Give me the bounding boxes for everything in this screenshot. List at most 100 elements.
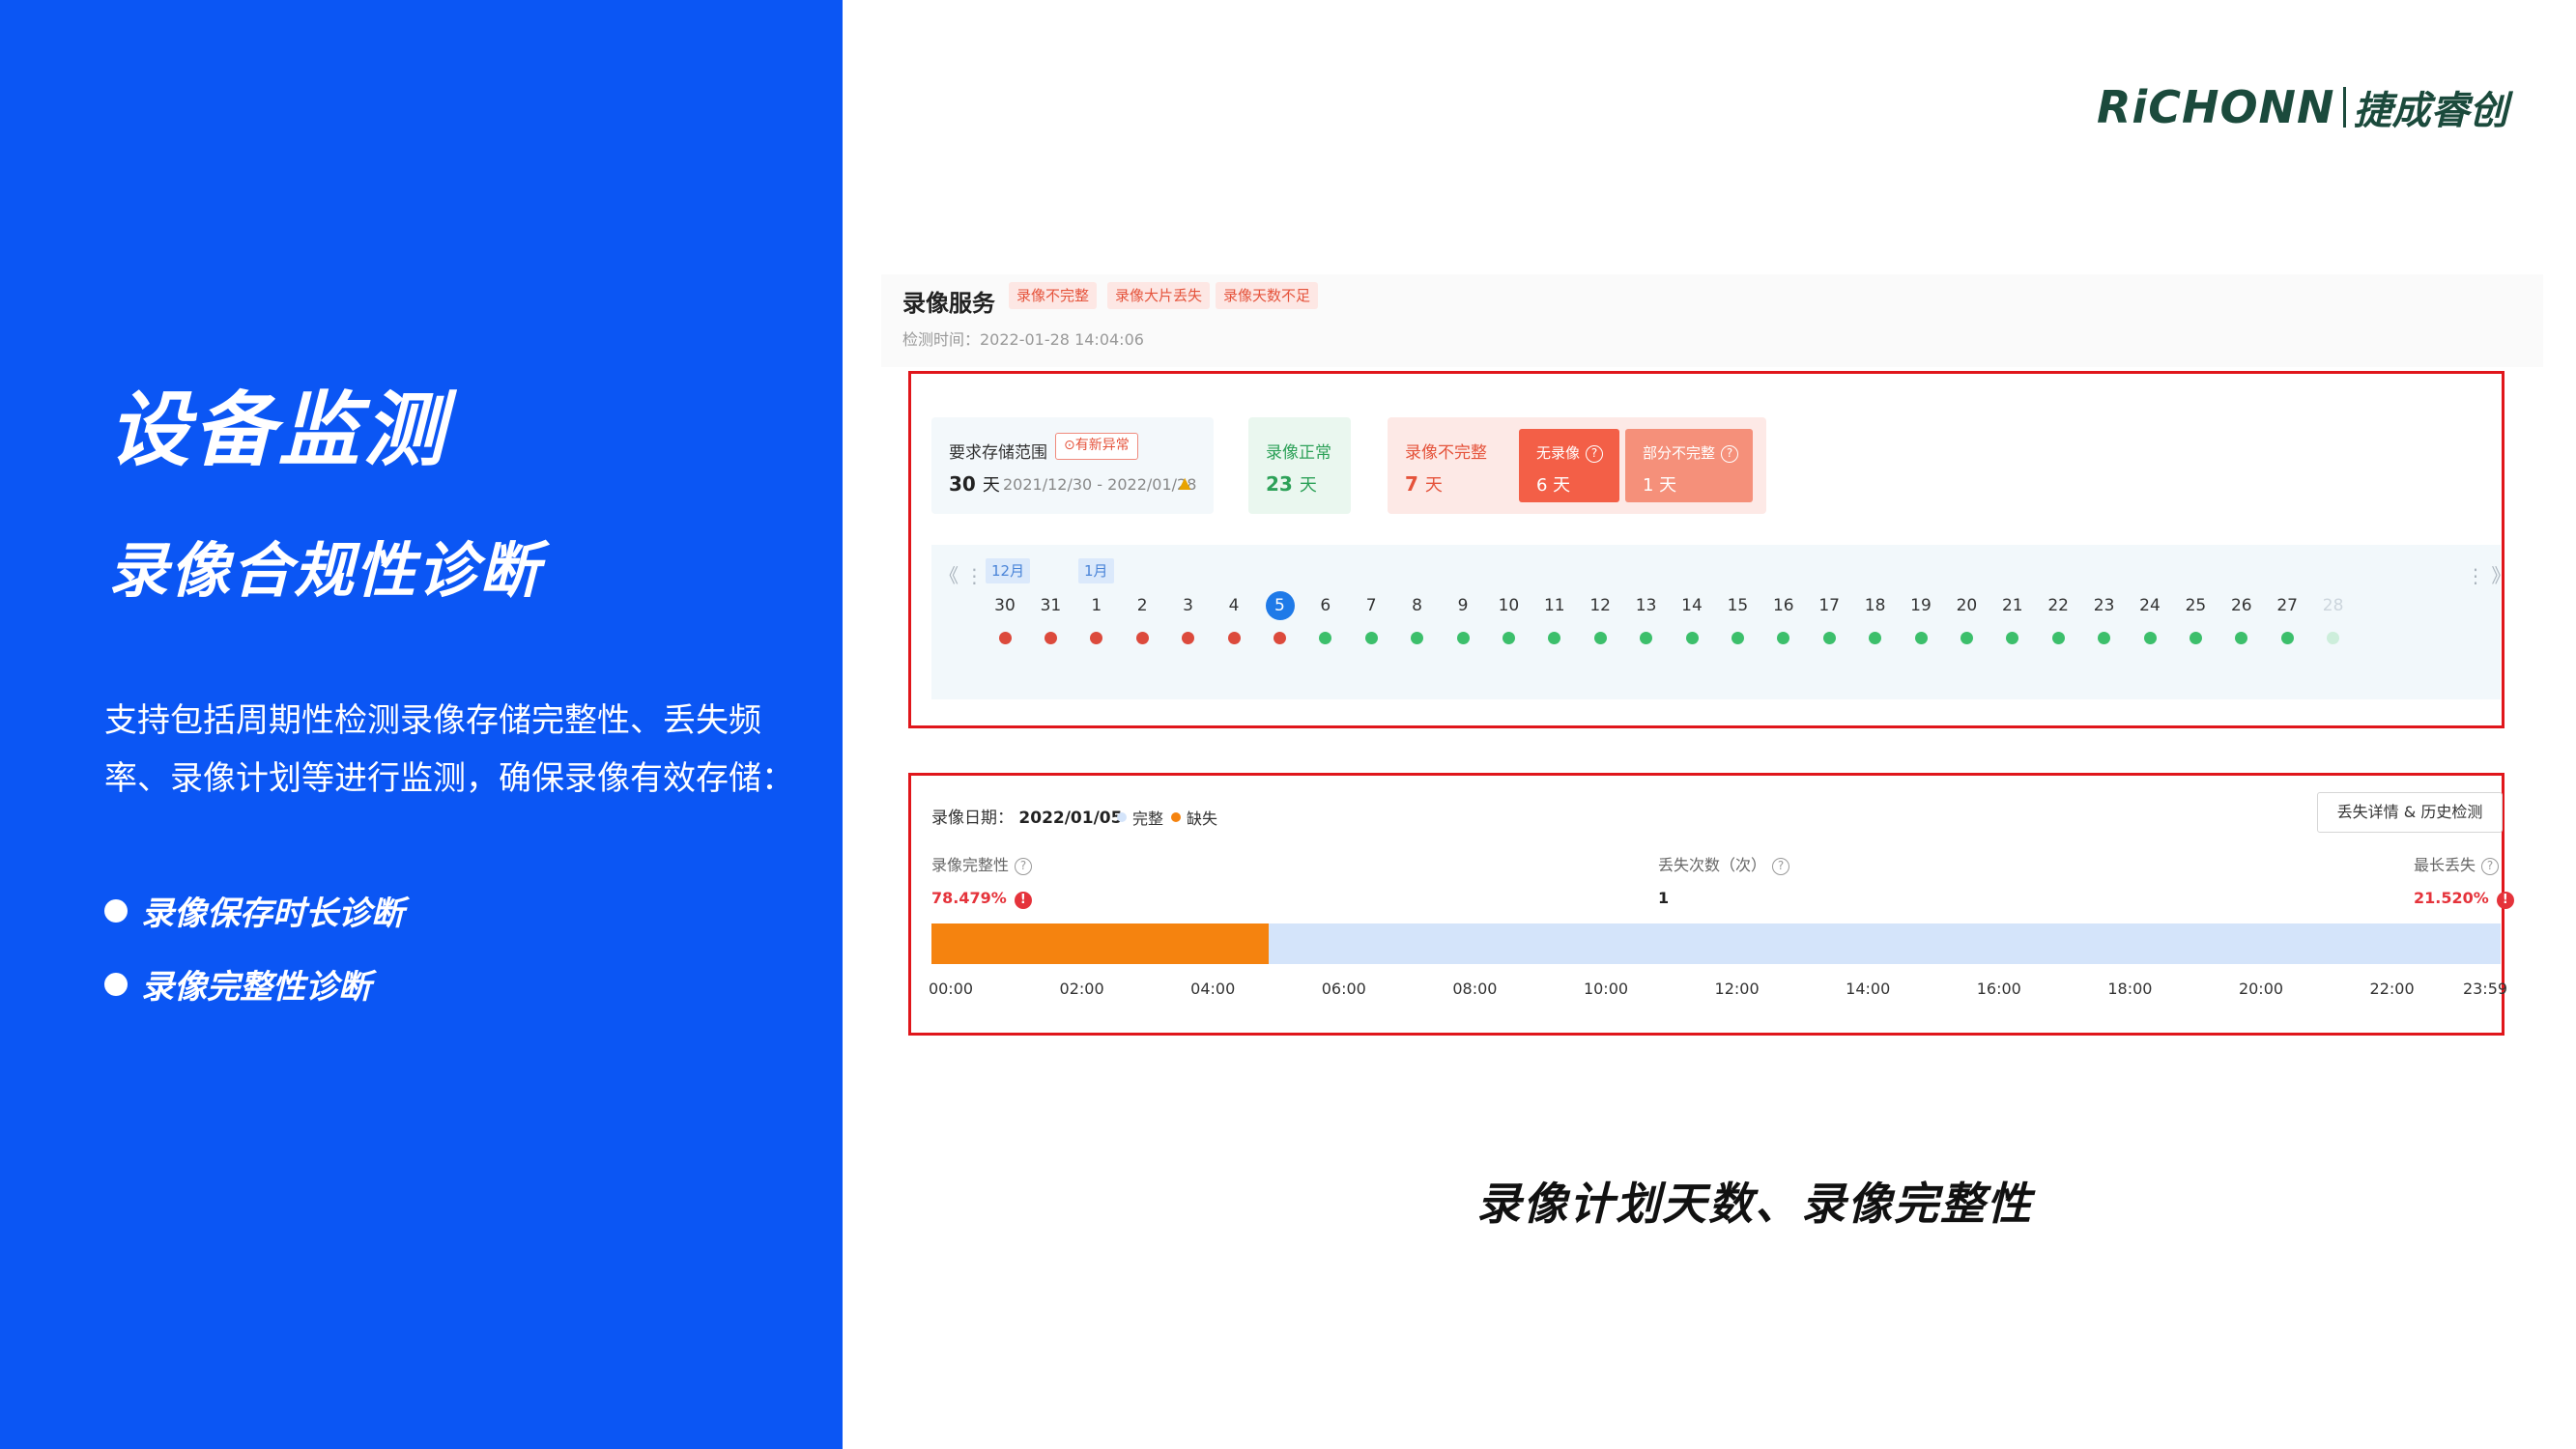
calendar-day[interactable]: 30	[986, 593, 1024, 618]
calendar-status-dot	[2327, 632, 2340, 644]
timeline-tick-label: 08:00	[1452, 980, 1498, 998]
calendar-prev-button[interactable]: 《 ⋮	[939, 560, 984, 588]
calendar-day[interactable]: 27	[2268, 593, 2306, 618]
loss-count-label: 丢失次数（次）?	[1658, 852, 1790, 875]
calendar-day[interactable]: 24	[2131, 593, 2169, 618]
timeline-tick-label: 23:59	[2462, 980, 2508, 998]
calendar-status-dot	[1960, 632, 1973, 644]
calendar-status-dot	[2051, 632, 2065, 644]
help-icon[interactable]: ?	[2481, 858, 2500, 875]
calendar-day-number: 8	[1412, 596, 1422, 615]
calendar-status-dot	[1182, 632, 1195, 644]
status-badge: 录像大片丢失	[1107, 282, 1211, 309]
calendar-day[interactable]: 20	[1947, 593, 1986, 618]
calendar-next-button[interactable]: ⋮ 》	[2466, 560, 2510, 588]
calendar-day[interactable]: 4	[1215, 593, 1253, 618]
left-panel: 设备监测 录像合规性诊断 支持包括周期性检测录像存储完整性、丢失频率、录像计划等…	[0, 0, 843, 1449]
timeline-tick-label: 20:00	[2238, 980, 2284, 998]
calendar-day[interactable]: 1	[1077, 593, 1116, 618]
calendar-day[interactable]: 26	[2222, 593, 2261, 618]
bullet-dot-icon	[104, 898, 128, 923]
calendar-day[interactable]: 5	[1260, 591, 1299, 620]
integrity-value: 78.479%!	[931, 889, 1032, 909]
calendar-day[interactable]: 28	[2314, 593, 2353, 618]
calendar-status-dot	[2098, 632, 2111, 644]
status-badge: 录像不完整	[1009, 282, 1098, 309]
timeline-bar[interactable]	[931, 923, 2501, 964]
calendar-day[interactable]: 15	[1718, 593, 1757, 618]
calendar-day[interactable]: 3	[1169, 593, 1208, 618]
calendar-day-number: 6	[1320, 596, 1331, 615]
range-days: 30	[949, 472, 976, 496]
calendar-day-number: 15	[1727, 596, 1749, 615]
timeline-tick-label: 10:00	[1583, 980, 1629, 998]
calendar-day[interactable]: 12	[1581, 593, 1619, 618]
timeline-tick-label: 00:00	[928, 980, 974, 998]
help-icon[interactable]: ?	[1015, 858, 1033, 875]
incomplete-days: 7	[1405, 472, 1418, 496]
logo-divider	[2342, 87, 2346, 128]
calendar-day-number: 12	[1589, 596, 1611, 615]
description: 支持包括周期性检测录像存储完整性、丢失频率、录像计划等进行监测，确保录像有效存储…	[104, 701, 794, 798]
timeline-missing-segment[interactable]	[931, 923, 1270, 964]
history-detail-button[interactable]: 丢失详情 & 历史检测	[2317, 792, 2503, 833]
help-icon[interactable]: ?	[1721, 445, 1739, 463]
loss-count-value: 1	[1658, 889, 1670, 907]
calendar-day[interactable]: 10	[1489, 593, 1528, 618]
calendar-status-dot	[1593, 632, 1607, 644]
calendar-day-number: 7	[1365, 596, 1377, 615]
company-logo: RiCHONN 捷成睿创	[2097, 81, 2508, 133]
calendar-day-number: 9	[1457, 596, 1469, 615]
timeline-tick-label: 06:00	[1321, 980, 1366, 998]
calendar-day[interactable]: 2	[1123, 593, 1161, 618]
no-record-value: 6 天	[1536, 475, 1571, 496]
partial-label-wrap: 部分不完整?	[1643, 442, 1739, 463]
calendar-day[interactable]: 14	[1673, 593, 1711, 618]
page-subtitle: 录像合规性诊断	[108, 535, 542, 606]
calendar-day[interactable]: 9	[1444, 593, 1482, 618]
timeline-tick-label: 18:00	[2107, 980, 2153, 998]
calendar-day[interactable]: 16	[1764, 593, 1803, 618]
calendar-day[interactable]: 19	[1902, 593, 1940, 618]
calendar-day-number: 14	[1681, 596, 1703, 615]
bullet-label: 录像保存时长诊断	[141, 895, 404, 933]
no-record-card[interactable]: 无录像? 6 天	[1519, 429, 1619, 502]
calendar-panel	[931, 545, 2501, 699]
partial-card[interactable]: 部分不完整? 1 天	[1625, 429, 1753, 502]
longest-loss-value-text: 21.520%	[2414, 889, 2489, 907]
calendar-day-number: 16	[1772, 596, 1794, 615]
status-badge: 录像天数不足	[1216, 282, 1319, 309]
calendar-day-number: 30	[994, 596, 1016, 615]
help-icon[interactable]: ?	[1772, 858, 1790, 875]
help-icon[interactable]: ?	[1586, 445, 1604, 463]
integrity-value-text: 78.479%	[931, 889, 1007, 907]
incomplete-label: 录像不完整	[1405, 443, 1487, 463]
calendar-status-dot	[1044, 632, 1057, 644]
logo-en: RiCHONN	[2097, 81, 2335, 133]
calendar-day[interactable]: 6	[1306, 593, 1345, 618]
calendar-day[interactable]: 23	[2085, 593, 2124, 618]
incomplete-card[interactable]: 录像不完整 7 天 无录像? 6 天 部分不完整? 1 天	[1388, 417, 1766, 514]
calendar-day[interactable]: 22	[2039, 593, 2077, 618]
normal-unit: 天	[1299, 475, 1317, 496]
calendar-day[interactable]: 7	[1352, 593, 1390, 618]
legend-missing-dot	[1171, 812, 1181, 822]
calendar-day[interactable]: 11	[1535, 593, 1574, 618]
calendar-day-number: 1	[1091, 596, 1102, 615]
calendar-day[interactable]: 25	[2176, 593, 2215, 618]
calendar-status-dot	[1822, 632, 1836, 644]
calendar-day[interactable]: 8	[1398, 593, 1437, 618]
bullet-dot-icon	[104, 972, 128, 996]
calendar-day[interactable]: 21	[1993, 593, 2032, 618]
new-anomaly-badge[interactable]: ⊙有新异常	[1055, 433, 1138, 460]
calendar-status-dot	[2143, 632, 2157, 644]
calendar-status-dot	[1640, 632, 1653, 644]
calendar-day[interactable]: 18	[1856, 593, 1895, 618]
calendar-day[interactable]: 31	[1031, 593, 1070, 618]
calendar-day-number: 31	[1040, 596, 1062, 615]
bullet-item: 录像完整性诊断	[104, 960, 371, 1008]
normal-card[interactable]: 录像正常 23 天	[1248, 417, 1351, 514]
calendar-day[interactable]: 17	[1810, 593, 1848, 618]
calendar-day[interactable]: 13	[1627, 593, 1666, 618]
calendar-status-dot	[1135, 632, 1149, 644]
